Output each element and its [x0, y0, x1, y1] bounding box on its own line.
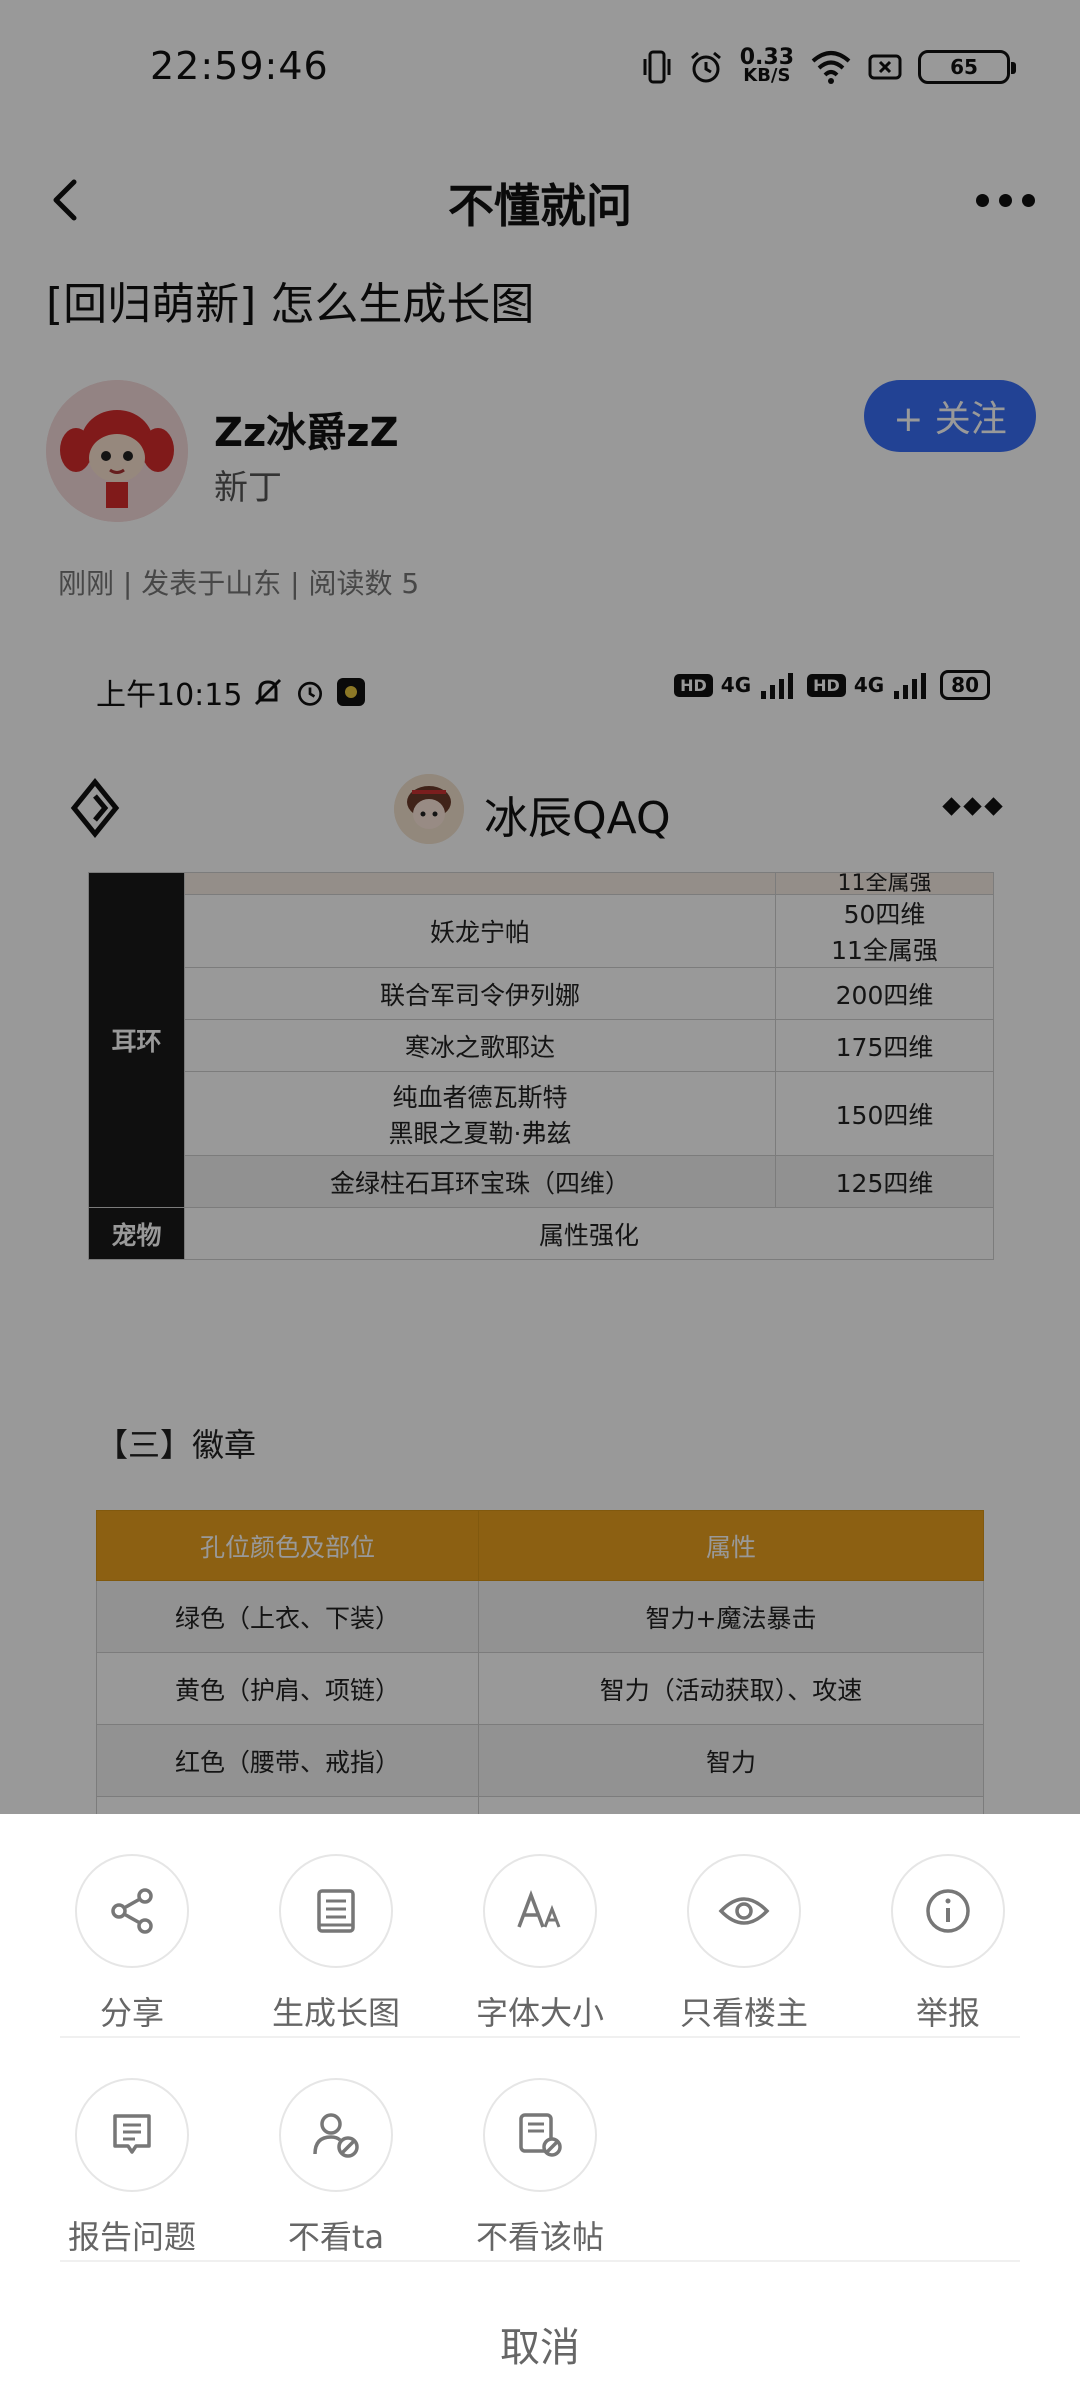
font-size-label: 字体大小	[475, 1994, 604, 2032]
report-issue-label: 报告问题	[67, 2218, 196, 2256]
font-size-button[interactable]: 字体大小	[440, 1854, 640, 2034]
info-icon	[926, 1889, 970, 1933]
share-label: 分享	[99, 1994, 164, 2032]
block-user-icon-circle	[279, 2078, 393, 2192]
action-row-1: 分享 生成长图 字体大小 只看楼主 举报	[0, 1854, 1080, 2054]
share-button[interactable]: 分享	[32, 1854, 232, 2034]
action-sheet: 分享 生成长图 字体大小 只看楼主 举报 报告问题 不看ta 不看该帖 取消	[0, 1814, 1080, 2400]
only-author-label: 只看楼主	[679, 1994, 808, 2032]
info-icon-circle	[891, 1854, 1005, 1968]
font-size-icon	[517, 1890, 561, 1928]
report-issue-icon	[113, 2114, 151, 2154]
report-issue-icon-circle	[75, 2078, 189, 2192]
divider	[60, 2036, 1020, 2038]
share-icon	[111, 1888, 153, 1934]
report-button[interactable]: 举报	[848, 1854, 1048, 2034]
only-author-button[interactable]: 只看楼主	[644, 1854, 844, 2034]
eye-icon-circle	[687, 1854, 801, 1968]
long-image-icon	[317, 1889, 355, 1933]
block-post-icon-circle	[483, 2078, 597, 2192]
eye-icon	[718, 1897, 770, 1925]
cancel-button[interactable]: 取消	[0, 2294, 1080, 2394]
action-row-2: 报告问题 不看ta 不看该帖	[0, 2078, 1080, 2278]
share-icon-circle	[75, 1854, 189, 1968]
divider	[60, 2260, 1020, 2262]
long-image-icon-circle	[279, 1854, 393, 1968]
block-user-label: 不看ta	[287, 2218, 385, 2256]
generate-long-image-button[interactable]: 生成长图	[236, 1854, 436, 2034]
report-issue-button[interactable]: 报告问题	[32, 2078, 232, 2258]
font-size-icon-circle	[483, 1854, 597, 1968]
report-label: 举报	[915, 1994, 980, 2032]
generate-long-image-label: 生成长图	[271, 1994, 400, 2032]
block-post-icon	[519, 2113, 562, 2157]
post-page: 22:59:46 0.33 KB/S 65 不懂就问 [回归萌新] 怎么生成长图…	[0, 0, 1080, 2400]
block-post-label: 不看该帖	[475, 2218, 604, 2256]
block-user-icon	[313, 2113, 359, 2158]
block-post-button[interactable]: 不看该帖	[440, 2078, 640, 2258]
block-user-button[interactable]: 不看ta	[236, 2078, 436, 2258]
